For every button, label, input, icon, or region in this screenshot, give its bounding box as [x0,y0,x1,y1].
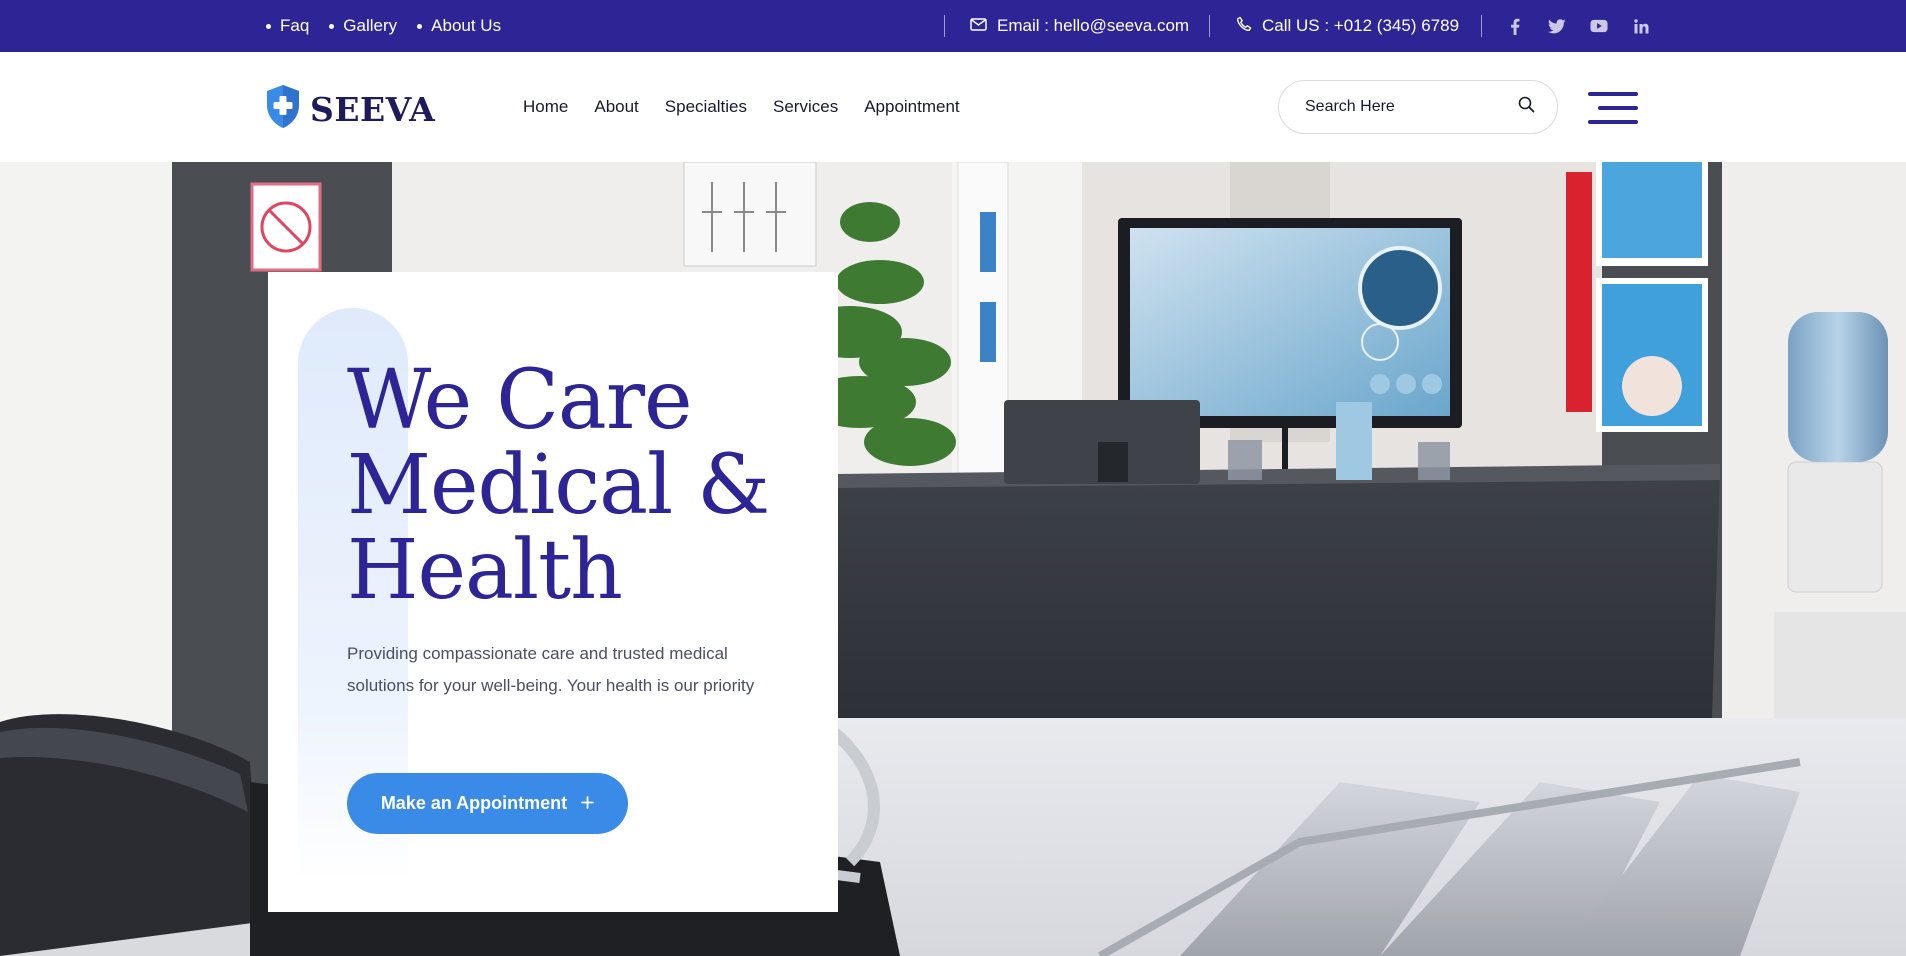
top-quick-links: Faq Gallery About Us [266,0,501,52]
social-links [1506,0,1650,52]
make-appointment-button[interactable]: Make an Appointment [347,773,628,834]
search-icon[interactable] [1518,96,1535,118]
menu-hamburger-button[interactable] [1588,92,1638,124]
hamburger-line [1598,106,1638,110]
main-nav: Home About Specialties Services Appointm… [523,52,960,162]
top-email[interactable]: Email : hello@seeva.com [970,0,1189,52]
search-box [1278,80,1558,134]
email-text: Email : hello@seeva.com [997,16,1190,35]
search-input[interactable] [1305,98,1495,116]
site-header: SEEVA Home About Specialties Services Ap… [0,52,1906,162]
nav-services[interactable]: Services [773,97,838,117]
youtube-icon[interactable] [1590,17,1608,35]
top-divider [1481,15,1482,37]
mail-icon [970,16,987,36]
hero-section: We Care Medical & Health Providing compa… [0,162,1906,956]
top-bar: Faq Gallery About Us Email : hello@seeva… [0,0,1906,52]
top-divider [944,15,945,37]
cta-label: Make an Appointment [380,793,568,813]
phone-icon [1236,16,1252,37]
site-logo[interactable]: SEEVA [266,84,435,134]
hero-description: Providing compassionate care and trusted… [347,644,755,695]
hero-card: We Care Medical & Health Providing compa… [268,272,838,912]
linkedin-icon[interactable] [1632,17,1650,35]
top-phone[interactable]: Call US : +012 (345) 6789 [1236,0,1459,52]
top-link-about-us[interactable]: About Us [417,16,501,36]
twitter-icon[interactable] [1548,17,1566,35]
nav-appointment[interactable]: Appointment [864,97,959,117]
nav-about[interactable]: About [594,97,638,117]
plus-icon [581,793,595,814]
hamburger-line [1588,120,1638,124]
hero-title-line: Medical & [347,438,770,533]
hero-title: We Care Medical & Health [347,358,817,613]
phone-text: Call US : +012 (345) 6789 [1262,16,1460,35]
nav-home[interactable]: Home [523,97,568,117]
top-link-faq[interactable]: Faq [266,16,309,36]
shield-cross-icon [266,84,300,134]
hero-title-line: Health [347,523,623,618]
top-link-gallery[interactable]: Gallery [329,16,397,36]
nav-specialties[interactable]: Specialties [665,97,747,117]
hamburger-line [1588,92,1638,96]
logo-text: SEEVA [310,89,436,129]
top-divider [1209,15,1210,37]
hero-title-line: We Care [347,353,693,448]
facebook-icon[interactable] [1506,17,1524,35]
